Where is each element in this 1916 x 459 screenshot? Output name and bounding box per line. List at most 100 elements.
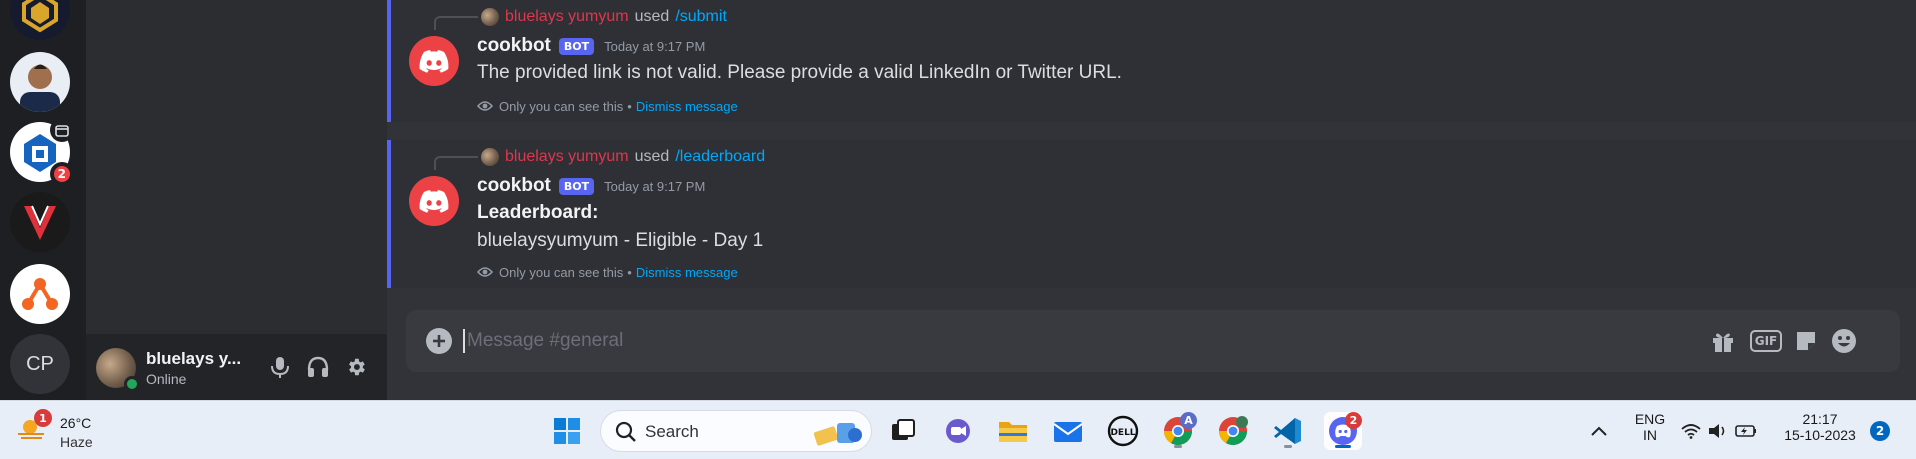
message-text: bluelaysyumyum - Eligible - Day 1 [477,230,764,251]
bot-tag: BOT [558,177,595,195]
eye-icon [477,100,493,112]
dismiss-message-link[interactable]: Dismiss message [636,265,738,280]
gift-icon [1713,333,1733,352]
reply-username[interactable]: bluelays yumyum [505,148,629,166]
plus-icon [433,335,445,347]
message-header: cookbot BOT Today at 9:17 PM [477,34,705,58]
reply-command[interactable]: /submit [675,8,727,26]
ephemeral-note: Only you can see this • Dismiss message [477,263,738,281]
settings-button[interactable] [342,353,370,381]
reply-username[interactable]: bluelays yumyum [505,8,629,26]
server-profile-photo[interactable] [10,52,70,112]
vscode-icon [1274,418,1301,444]
search-icon [615,421,636,442]
chrome-profile-a-button[interactable]: A [1159,412,1197,450]
chat-area: bluelays yumyum used /submit cookbot BOT… [387,0,1916,400]
gif-icon: GIF [1749,330,1783,352]
language-indicator[interactable]: ENG IN [1632,411,1668,443]
ephemeral-text: Only you can see this [499,98,624,114]
mail-button[interactable] [1049,412,1087,450]
task-view-button[interactable] [884,412,922,450]
weather-condition: Haze [60,434,93,450]
task-view-icon [892,419,915,440]
reply-connector [434,156,478,170]
bot-avatar[interactable] [409,36,459,86]
sticker-button[interactable] [1791,326,1821,356]
system-tray-status[interactable] [1678,412,1760,450]
weather-widget[interactable]: 1 26°C Haze [18,409,128,453]
show-hidden-icons-button[interactable] [1580,412,1618,450]
wifi-icon [1681,424,1701,439]
battery-icon [1734,425,1756,437]
taskbar-search[interactable]: Search [600,410,872,452]
windows-logo-icon [554,418,580,444]
folder-icon [999,422,1027,442]
teams-chat-button[interactable] [939,412,977,450]
message-ephemeral-leaderboard: bluelays yumyum used /leaderboard cookbo… [387,140,1916,288]
attach-button[interactable] [426,328,452,354]
windows-taskbar: 1 26°C Haze Search DELL A 2 ENG IN 21:17… [0,400,1916,459]
notification-center-badge[interactable]: 2 [1870,421,1890,441]
server-blue-logo[interactable]: 2 [10,118,74,186]
username[interactable]: bluelays y... [146,349,242,369]
server-orange-network[interactable] [10,264,70,324]
sticker-icon [1797,332,1815,350]
discord-logo-icon [419,190,449,213]
microphone-button[interactable] [266,353,294,381]
chevron-up-icon [1591,426,1607,436]
server-initials: CP [10,334,70,394]
reply-connector [434,16,478,30]
gif-button[interactable]: GIF [1748,326,1784,356]
language-line1: ENG [1634,411,1666,427]
dell-app-button[interactable]: DELL [1104,412,1142,450]
video-chat-icon [946,419,970,443]
running-indicator [1174,445,1182,448]
author-name[interactable]: cookbot [477,35,551,57]
search-highlight-illustration-icon [813,423,862,446]
chrome-profile-b-button[interactable] [1214,412,1252,450]
person-avatar-icon [20,64,60,112]
user-status: Online [146,371,187,387]
network-nodes-icon [22,278,58,310]
clock[interactable]: 21:17 15-10-2023 [1778,411,1862,443]
ephemeral-text: Only you can see this [499,264,624,280]
gift-button[interactable] [1708,326,1738,356]
discord-taskbar-button[interactable]: 2 [1324,412,1362,450]
file-explorer-button[interactable] [994,412,1032,450]
dismiss-message-link[interactable]: Dismiss message [636,99,738,114]
separator: • [627,264,632,280]
command-reply-context[interactable]: bluelays yumyum used /leaderboard [481,146,765,168]
author-name[interactable]: cookbot [477,175,551,197]
avatar [481,8,499,26]
running-indicator [1335,445,1351,448]
message-title: Leaderboard: [477,202,599,223]
chrome-icon [1219,416,1248,445]
dell-label: DELL [1110,428,1135,438]
message-composer: Message #general GIF [406,310,1900,372]
weather-badge: 1 [34,409,52,427]
message-input[interactable]: Message #general [463,329,623,353]
server-v-logo[interactable] [10,192,70,252]
weather-temp: 26°C [60,415,92,431]
user-panel: bluelays y... Online [86,334,387,400]
headphones-button[interactable] [304,353,332,381]
message-ephemeral-submit: bluelays yumyum used /submit cookbot BOT… [387,0,1916,122]
microphone-icon [271,357,289,378]
dell-logo-icon: DELL [1107,415,1139,447]
bot-avatar[interactable] [409,176,459,226]
server-gold-shield[interactable] [10,0,70,40]
gold-shield-icon [22,0,58,33]
chrome-profile-letter: A [1180,412,1197,429]
start-button[interactable] [548,412,586,450]
reply-used-text: used [634,148,670,165]
emoji-button[interactable] [1829,326,1859,356]
running-indicator [1284,445,1292,448]
reply-command[interactable]: /leaderboard [675,148,765,166]
server-cp[interactable]: CP [10,334,70,394]
avatar [481,148,499,166]
vscode-button[interactable] [1269,412,1307,450]
eye-icon [477,266,493,278]
command-reply-context[interactable]: bluelays yumyum used /submit [481,6,727,28]
v-logo-icon [24,205,56,240]
language-line2: IN [1643,427,1657,443]
